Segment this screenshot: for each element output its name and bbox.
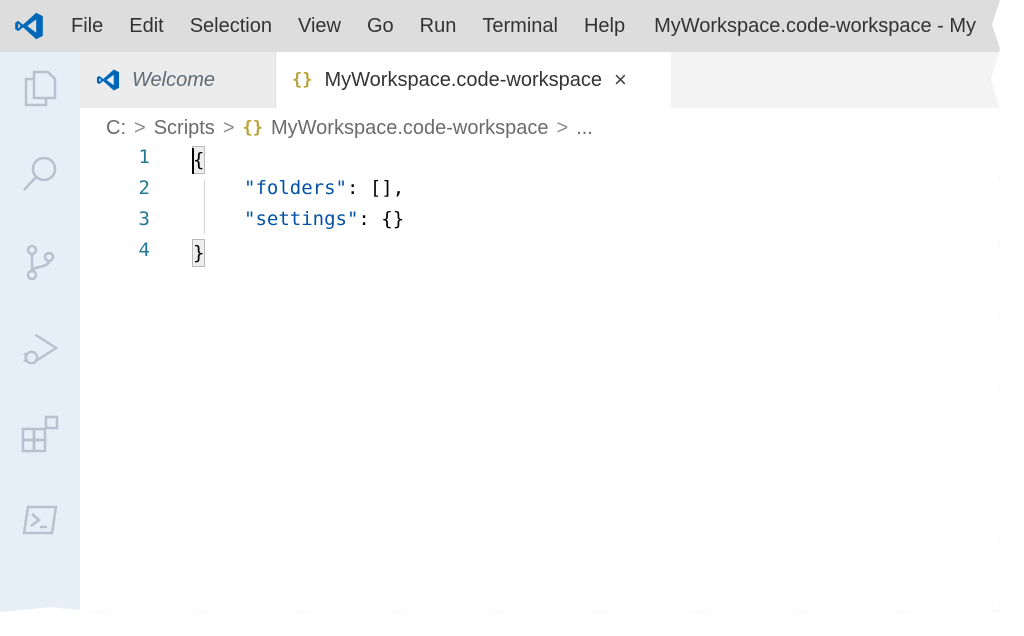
tab-workspace-file[interactable]: {} MyWorkspace.code-workspace × — [276, 52, 671, 108]
breadcrumb-drive[interactable]: C: — [106, 117, 126, 140]
line-number: 2 — [138, 177, 150, 199]
window-title: MyWorkspace.code-workspace - My — [654, 14, 977, 37]
breadcrumb-folder[interactable]: Scripts — [154, 117, 215, 140]
json-value: : [], — [346, 177, 405, 199]
menu-terminal[interactable]: Terminal — [469, 0, 571, 52]
search-icon[interactable] — [20, 154, 60, 194]
chevron-right-icon: > — [556, 116, 569, 139]
menu-help[interactable]: Help — [571, 0, 638, 52]
breadcrumb: C: > Scripts > {} MyWorkspace.code-works… — [106, 114, 593, 142]
chevron-right-icon: > — [222, 116, 235, 139]
code-line: 4 } — [80, 239, 980, 270]
matched-bracket: { — [192, 146, 206, 174]
breadcrumb-file[interactable]: MyWorkspace.code-workspace — [271, 117, 549, 140]
tab-welcome[interactable]: Welcome — [80, 52, 276, 108]
explorer-icon[interactable] — [20, 68, 60, 108]
line-content: "settings": {} — [244, 208, 404, 230]
menu-file[interactable]: File — [58, 0, 116, 52]
breadcrumb-more[interactable]: ... — [576, 117, 593, 140]
menu-edit[interactable]: Edit — [116, 0, 176, 52]
matched-bracket: } — [192, 239, 206, 267]
json-braces-icon: {} — [242, 118, 263, 138]
code-line: 3 "settings": {} — [80, 208, 980, 239]
powershell-icon[interactable] — [20, 500, 60, 540]
source-control-icon[interactable] — [20, 242, 60, 282]
tab-label: MyWorkspace.code-workspace — [324, 68, 602, 91]
json-value: : {} — [358, 208, 405, 230]
line-number: 3 — [138, 208, 150, 230]
activity-bar — [0, 52, 80, 612]
code-editor[interactable]: 1 { 2 "folders": [], 3 "settings": {} 4 … — [80, 144, 1000, 612]
vscode-logo-icon — [0, 0, 58, 52]
vscode-window: File Edit Selection View Go Run Terminal… — [0, 0, 1000, 612]
json-key: "settings" — [244, 208, 359, 230]
menu-selection[interactable]: Selection — [177, 0, 285, 52]
menu-go[interactable]: Go — [354, 0, 407, 52]
code-line: 2 "folders": [], — [80, 177, 980, 208]
line-content: "folders": [], — [244, 177, 404, 199]
vscode-logo-icon — [96, 68, 120, 92]
text-cursor — [192, 148, 194, 174]
tab-bar: Welcome {} MyWorkspace.code-workspace × — [80, 52, 1000, 108]
menubar: File Edit Selection View Go Run Terminal… — [0, 0, 1000, 52]
code-line: 1 { — [80, 146, 980, 177]
line-content: } — [192, 239, 206, 267]
extensions-icon[interactable] — [20, 414, 60, 454]
close-icon[interactable]: × — [614, 67, 627, 93]
chevron-right-icon: > — [134, 116, 146, 139]
run-debug-icon[interactable] — [20, 328, 60, 368]
menu-run[interactable]: Run — [407, 0, 470, 52]
line-content: { — [192, 146, 206, 174]
tab-label: Welcome — [132, 68, 215, 91]
line-number: 4 — [138, 239, 150, 261]
menu-view[interactable]: View — [285, 0, 354, 52]
json-braces-icon: {} — [292, 70, 313, 90]
line-number: 1 — [138, 146, 150, 168]
json-key: "folders" — [244, 177, 347, 199]
